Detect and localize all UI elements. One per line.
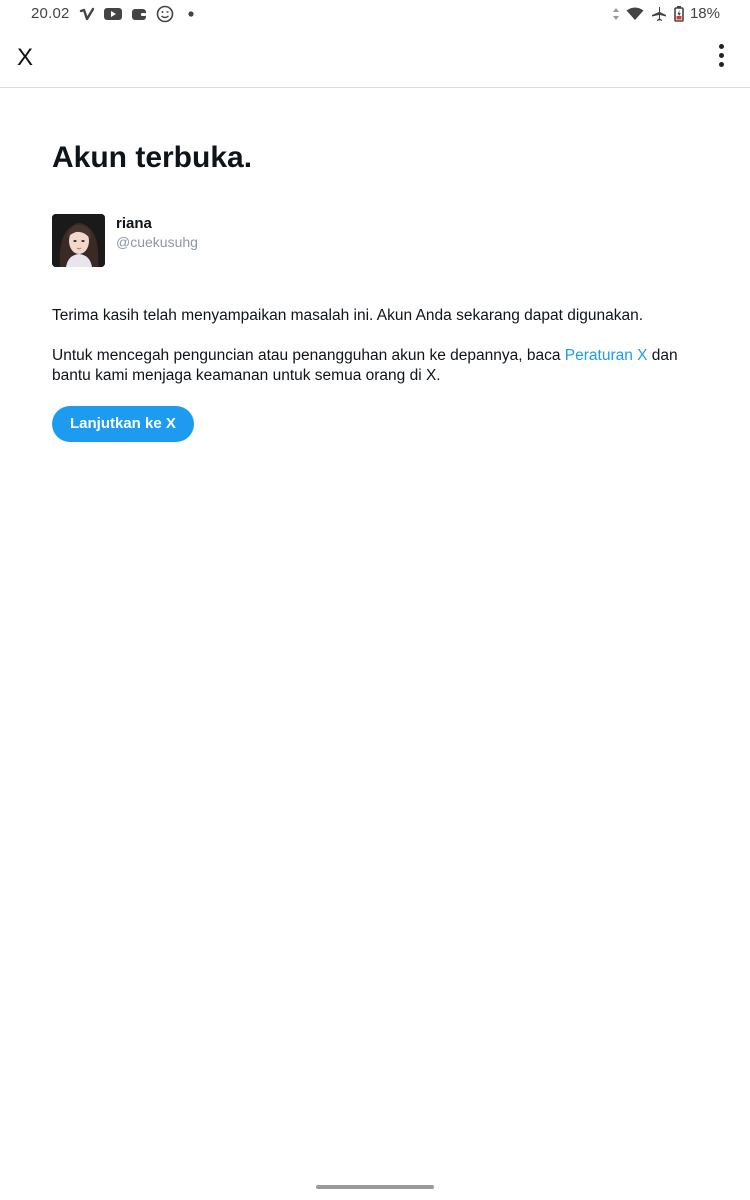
user-card: riana @cuekusuhg <box>52 214 702 268</box>
rules-link[interactable]: Peraturan X <box>565 347 648 364</box>
user-name: riana <box>116 215 152 232</box>
emoji-icon <box>156 5 174 22</box>
rules-text-before: Untuk mencegah penguncian atau penangguh… <box>52 347 565 364</box>
status-right: 18% <box>612 5 720 22</box>
more-options-button[interactable] <box>716 44 726 70</box>
airplane-icon <box>650 6 668 22</box>
status-bar: 20.02 18% <box>0 0 750 28</box>
confirmation-text: Terima kasih telah menyampaikan masalah … <box>52 307 644 324</box>
vimeo-icon <box>78 6 96 22</box>
continue-button[interactable]: Lanjutkan ke X <box>52 406 194 442</box>
battery-percent: 18% <box>689 5 720 22</box>
gesture-nav-handle[interactable] <box>316 1185 434 1189</box>
user-handle: @cuekusuhg <box>116 234 198 250</box>
app-bar: X <box>0 30 750 88</box>
page: 20.02 18% X Akun terbuka. riana @cuekusu… <box>0 0 750 1200</box>
battery-icon <box>674 5 684 22</box>
page-title: Akun terbuka. <box>52 141 253 174</box>
main-content: Akun terbuka. riana @cuekusuhg Terima ka… <box>52 88 702 442</box>
more-vertical-icon-dot <box>718 53 724 58</box>
status-left: 20.02 <box>31 5 200 22</box>
wallet-icon <box>130 6 148 22</box>
rules-text: Untuk mencegah penguncian atau penangguh… <box>52 346 682 386</box>
data-arrows-icon <box>612 6 620 22</box>
dot-icon <box>182 6 200 22</box>
more-vertical-icon-dot <box>718 62 724 67</box>
status-time: 20.02 <box>31 5 70 22</box>
close-button[interactable]: X <box>17 44 33 72</box>
avatar <box>52 214 105 267</box>
more-vertical-icon <box>718 44 724 49</box>
wifi-icon <box>626 6 644 22</box>
youtube-icon <box>103 6 122 22</box>
